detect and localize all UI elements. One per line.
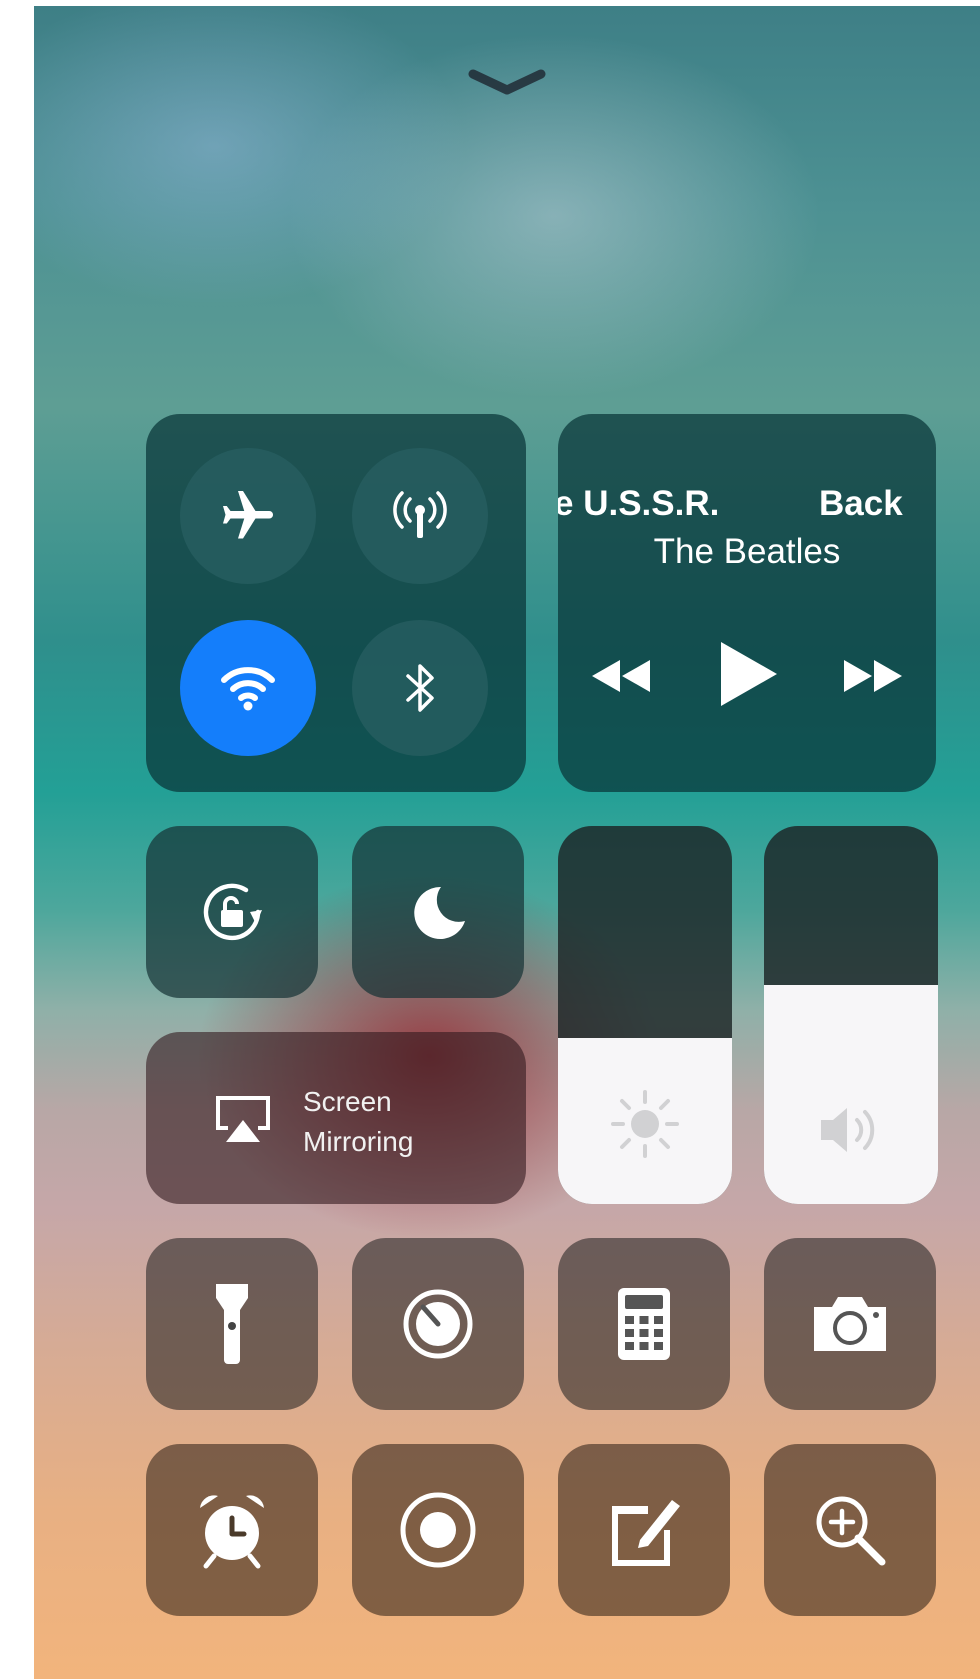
cellular-data-toggle[interactable] <box>352 448 488 584</box>
connectivity-module <box>146 414 526 792</box>
rewind-button[interactable] <box>582 646 658 706</box>
wifi-icon <box>221 667 275 711</box>
wifi-toggle[interactable] <box>180 620 316 756</box>
alarm-button[interactable] <box>146 1444 318 1616</box>
sun-icon <box>611 1090 679 1158</box>
brightness-slider[interactable] <box>558 826 732 1204</box>
bluetooth-toggle[interactable] <box>352 620 488 756</box>
rotation-lock-icon <box>203 883 262 941</box>
slider-fill <box>764 984 938 1204</box>
now-playing-module: e U.S.S.R. Back The Beatles <box>558 414 936 792</box>
magnifier-button[interactable] <box>764 1444 936 1616</box>
notes-icon <box>612 1500 680 1566</box>
timer-icon <box>403 1289 473 1359</box>
volume-slider[interactable] <box>764 826 938 1204</box>
play-icon <box>721 642 777 706</box>
chevron-down-icon[interactable] <box>468 64 546 98</box>
magnifier-icon <box>816 1496 886 1566</box>
screen-recording-button[interactable] <box>352 1444 524 1616</box>
camera-icon <box>814 1297 886 1351</box>
airplane-icon <box>223 491 273 539</box>
airplane-mode-toggle[interactable] <box>180 448 316 584</box>
bluetooth-icon <box>406 664 434 712</box>
speaker-icon <box>821 1108 875 1152</box>
rewind-icon <box>592 660 650 692</box>
antenna-icon <box>393 491 447 538</box>
do-not-disturb-button[interactable] <box>352 826 524 998</box>
notes-button[interactable] <box>558 1444 730 1616</box>
calculator-icon <box>618 1288 670 1360</box>
airplay-icon <box>216 1096 270 1142</box>
song-title-part: Back <box>819 484 903 523</box>
song-title: e U.S.S.R. Back <box>558 484 936 528</box>
control-center: e U.S.S.R. Back The Beatles Screen Mirro… <box>34 6 980 1679</box>
flashlight-button[interactable] <box>146 1238 318 1410</box>
calculator-button[interactable] <box>558 1238 730 1410</box>
moon-icon <box>414 886 465 939</box>
screen-mirroring-button[interactable]: Screen Mirroring <box>146 1032 526 1204</box>
fast-forward-button[interactable] <box>836 646 912 706</box>
camera-button[interactable] <box>764 1238 936 1410</box>
artist-name: The Beatles <box>653 532 841 571</box>
alarm-icon <box>200 1495 264 1569</box>
fast-forward-icon <box>844 660 902 692</box>
song-title-part: e U.S.S.R. <box>558 484 720 523</box>
orientation-lock-button[interactable] <box>146 826 318 998</box>
flashlight-icon <box>216 1284 248 1364</box>
screen-record-icon <box>400 1492 476 1568</box>
screen-mirroring-label: Screen Mirroring <box>303 1082 413 1162</box>
label-line: Screen <box>303 1086 392 1117</box>
play-button[interactable] <box>708 634 788 714</box>
label-line: Mirroring <box>303 1126 414 1157</box>
timer-button[interactable] <box>352 1238 524 1410</box>
